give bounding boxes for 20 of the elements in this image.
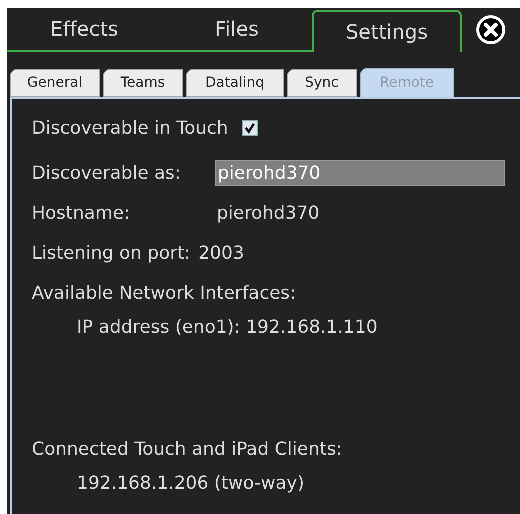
sub-tab[interactable]: Teams	[103, 69, 183, 97]
hostname-value: pierohd370	[217, 202, 320, 226]
field-label: Listening on port:	[32, 242, 191, 266]
sub-tab[interactable]: Datalinq	[186, 69, 284, 97]
sub-tab[interactable]: General	[10, 69, 100, 97]
section-heading: Connected Touch and iPad Clients:	[32, 438, 342, 462]
main-tab[interactable]: Effects	[7, 8, 162, 52]
port-value: 2003	[198, 242, 244, 266]
main-tab[interactable]: Files	[162, 8, 312, 52]
field-label: Hostname:	[32, 202, 132, 226]
checkbox-label: Discoverable in Touch	[32, 116, 228, 140]
input-field[interactable]: pierohd370	[215, 160, 505, 186]
sub-tab[interactable]: Sync	[287, 69, 357, 97]
close-icon[interactable]	[476, 15, 506, 45]
checkbox[interactable]	[242, 120, 258, 136]
client-item: 192.168.1.206 (two-way)	[77, 472, 304, 496]
section-heading: Available Network Interfaces:	[32, 282, 296, 306]
main-tab[interactable]: Settings	[312, 10, 462, 52]
field-label: Discoverable as:	[32, 162, 182, 186]
interface-item: IP address (eno1): 192.168.1.110	[77, 316, 378, 340]
